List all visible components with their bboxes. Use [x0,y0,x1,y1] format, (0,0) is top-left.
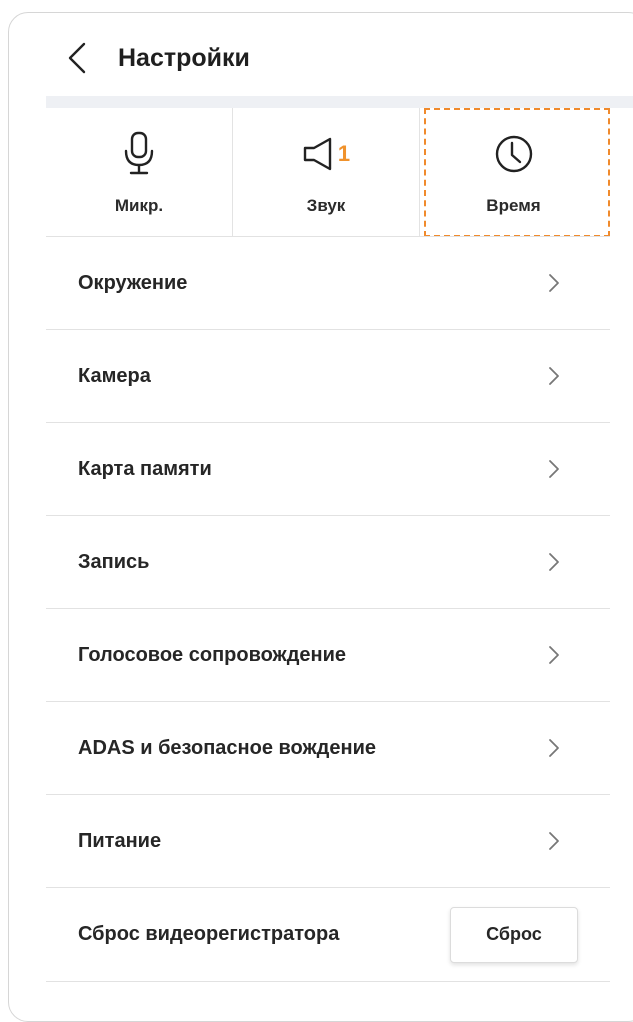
list-item-camera[interactable]: Камера [46,330,610,423]
tab-time[interactable]: Время [420,108,607,236]
reset-label: Сброс видеорегистратора [78,923,340,945]
list-item-recording[interactable]: Запись [46,516,610,609]
chevron-right-icon [549,739,559,757]
microphone-icon [122,128,156,180]
chevron-left-icon [68,42,86,74]
tab-microphone[interactable]: Микр. [46,108,233,236]
list-item-label: Камера [78,364,151,387]
chevron-right-icon [549,274,559,292]
list-item-label: Карта памяти [78,457,212,480]
chevron-right-icon [549,646,559,664]
chevron-right-icon [549,832,559,850]
settings-tabs: Микр. 1 Звук Время [46,108,633,236]
list-item-label: Запись [78,550,150,573]
header: Настройки [66,30,250,86]
sound-badge: 1 [337,141,351,166]
list-item-label: Окружение [78,271,188,294]
back-button[interactable] [66,38,96,78]
list-item-label: ADAS и безопасное вождение [78,736,376,759]
list-item-label: Питание [78,829,162,852]
chevron-right-icon [549,367,559,385]
list-item-memory-card[interactable]: Карта памяти [46,423,610,516]
clock-icon [494,128,534,180]
list-item-adas[interactable]: ADAS и безопасное вождение [46,702,610,795]
speaker-icon [303,137,332,171]
tab-label: Время [486,196,541,215]
list-item-voice-guidance[interactable]: Голосовое сопровождение [46,609,610,702]
tab-label: Звук [306,196,346,215]
speaker-icon-wrap: 1 [302,128,350,180]
tab-label: Микр. [114,196,164,215]
list-item-label: Голосовое сопровождение [78,643,347,666]
chevron-right-icon [549,460,559,478]
tabs-band [46,96,633,108]
tab-sound[interactable]: 1 Звук [233,108,420,236]
page-title: Настройки [118,43,250,72]
settings-list: Окружение Камера Карта памяти Запись Гол… [46,236,610,982]
list-item-power[interactable]: Питание [46,795,610,888]
chevron-right-icon [549,553,559,571]
list-item-environment[interactable]: Окружение [46,237,610,330]
reset-button[interactable]: Сброс [450,906,578,963]
list-item-reset: Сброс видеорегистратора Сброс [46,888,610,982]
